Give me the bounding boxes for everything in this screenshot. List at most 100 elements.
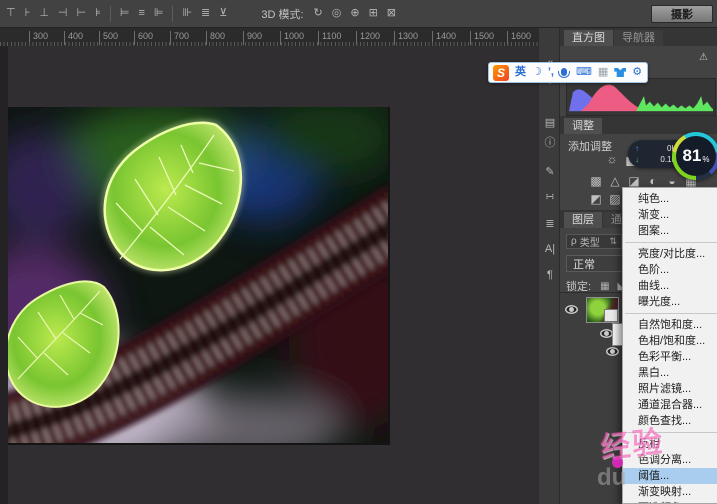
ruler-tick-label: 300 <box>33 31 48 41</box>
align-icon[interactable]: ⊢ <box>77 8 87 19</box>
adjustment-icon[interactable]: ☼ <box>606 153 618 165</box>
settings-wrench-icon[interactable]: ⚙ <box>632 67 642 78</box>
chevron-updown-icon: ⇅ <box>609 236 617 247</box>
spread-icon[interactable]: ⊪ <box>182 8 192 19</box>
canvas-workspace <box>0 46 540 504</box>
toolbox-icon[interactable]: ▦ <box>598 67 608 78</box>
rgb-histogram-chart <box>567 79 713 113</box>
menu-item[interactable]: 纯色... <box>623 191 717 207</box>
layer-visibility-eye-icon[interactable] <box>606 347 619 356</box>
layer-filter-dropdown[interactable]: ρ 类型 ⇅ <box>566 234 622 249</box>
3d-mode-icon[interactable]: ⊞ <box>369 8 378 19</box>
align-icon[interactable]: ⊤ <box>6 8 16 19</box>
menu-item <box>623 310 717 317</box>
brush-panel-icon[interactable]: ✎ <box>539 167 561 178</box>
histogram-panel-tabs: 直方图 导航器 <box>560 28 717 46</box>
timeline-icon[interactable]: ≣ <box>539 219 561 230</box>
ruler-tick-label: 1600 <box>511 31 531 41</box>
menu-item[interactable]: 阈值... <box>623 468 717 484</box>
photoshop-window: ⊤⊦⊥⊣⊢⊧ ⊨≡⊫ ⊪≣⊻ 3D 模式: ↻◎⊕⊞⊠ 摄影 300400500… <box>0 0 717 504</box>
down-arrow-icon: ↓ <box>635 155 639 164</box>
spread-icon[interactable]: ≣ <box>201 8 210 19</box>
menu-item[interactable]: 黑白... <box>623 365 717 381</box>
menu-item[interactable]: 渐变... <box>623 207 717 223</box>
watermark-text: 经验 <box>598 417 666 467</box>
distribute-icon[interactable]: ≡ <box>138 8 144 19</box>
menu-item[interactable]: 通道混合器... <box>623 397 717 413</box>
lock-icon[interactable]: ▦ <box>600 281 609 292</box>
adjustment-icon[interactable]: ◒ <box>666 175 678 187</box>
adjustment-icon[interactable]: ◩ <box>590 193 602 205</box>
halfwidth-moon-icon[interactable]: ☽ <box>532 67 542 78</box>
info-icon[interactable]: ⓘ <box>539 138 561 149</box>
paragraph-panel-icon[interactable]: ¶ <box>539 270 561 281</box>
watermark-dot <box>612 457 623 468</box>
tool-presets-icon[interactable]: ∺ <box>539 192 561 203</box>
distribute-icon[interactable]: ⊨ <box>120 8 130 19</box>
3d-mode-icon[interactable]: ↻ <box>314 8 323 19</box>
search-icon: ρ <box>571 236 577 247</box>
3d-mode-icon[interactable]: ◎ <box>332 8 342 19</box>
soft-keyboard-icon[interactable]: ⌨ <box>576 67 592 78</box>
menu-item[interactable]: 曲线... <box>623 278 717 294</box>
menu-item[interactable]: 色彩平衡... <box>623 349 717 365</box>
adjustment-icon[interactable]: ◪ <box>628 175 640 187</box>
document-canvas-photo[interactable] <box>8 107 388 443</box>
horizontal-ruler: 3004005006007008009001000110012001300140… <box>0 28 540 47</box>
ruler-tick-label: 600 <box>138 31 153 41</box>
adjustment-icons-row3: ◩▨ <box>590 193 621 205</box>
menu-item[interactable]: 色相/饱和度... <box>623 333 717 349</box>
menu-item[interactable]: 图案... <box>623 223 717 239</box>
watermark-subtext: du <box>597 464 626 492</box>
3d-mode-label: 3D 模式: <box>261 6 303 22</box>
ruler-tick-label: 700 <box>174 31 189 41</box>
spread-icon[interactable]: ⊻ <box>219 8 227 19</box>
layer-visibility-eye-icon[interactable] <box>565 305 578 314</box>
blend-mode-dropdown[interactable]: 正常 <box>566 255 624 272</box>
tab-navigator[interactable]: 导航器 <box>614 30 663 46</box>
character-panel-icon[interactable]: A| <box>539 244 561 255</box>
menu-item[interactable]: 照片滤镜... <box>623 381 717 397</box>
punctuation-icon[interactable]: ’, <box>548 67 554 78</box>
options-bar: ⊤ ⊦ ⊥ ⊣ ⊢ ⊧ ⊨ ≡ ⊫ ⊪ ≣ ⊻ 3D 模式: ↻ ◎ ⊕ ⊞ ⊠ 摄影 <box>0 0 717 28</box>
layer-comps-icon[interactable]: ▤ <box>539 118 561 129</box>
distribute-icon[interactable]: ⊫ <box>154 8 164 19</box>
distribute-icons-group: ⊨ ≡ ⊫ <box>120 8 164 19</box>
ruler-tick-label: 1400 <box>436 31 456 41</box>
microphone-icon[interactable] <box>561 68 567 76</box>
ruler-tick-label: 1500 <box>474 31 494 41</box>
menu-item[interactable]: 自然饱和度... <box>623 317 717 333</box>
ruler-tick-label: 1100 <box>322 31 341 41</box>
tab-layers[interactable]: 图层 <box>564 212 602 228</box>
align-icon[interactable]: ⊦ <box>25 8 31 19</box>
3d-mode-icon[interactable]: ⊕ <box>350 8 359 19</box>
3d-mode-icon[interactable]: ⊠ <box>387 8 396 19</box>
menu-item[interactable]: 亮度/对比度... <box>623 246 717 262</box>
sogou-ime-bar[interactable]: S 英 ☽ ’, ⌨ ▦ ⚙ <box>488 62 648 83</box>
toolbar-divider <box>110 6 111 22</box>
leaf-photo-image <box>8 107 388 443</box>
ime-language-mode[interactable]: 英 <box>515 67 526 78</box>
adjustment-icon[interactable]: ▩ <box>590 175 602 187</box>
collapsed-panels-strip: «↺▤ⓘ✎∺≣A|¶ <box>538 28 560 504</box>
menu-item[interactable]: 曝光度... <box>623 294 717 310</box>
align-icon[interactable]: ⊣ <box>58 8 68 19</box>
ruler-tick-label: 800 <box>210 31 225 41</box>
align-icon[interactable]: ⊧ <box>95 8 101 19</box>
adjustment-icon[interactable]: ◐ <box>647 175 659 187</box>
skin-tshirt-icon[interactable] <box>614 68 626 77</box>
sogou-logo-icon[interactable]: S <box>493 65 509 81</box>
menu-item <box>623 239 717 246</box>
ruler-tick-label: 900 <box>247 31 262 41</box>
align-icon[interactable]: ⊥ <box>39 8 49 19</box>
menu-item[interactable]: 渐变映射... <box>623 484 717 500</box>
memory-percent-badge[interactable]: 81% <box>672 132 717 180</box>
menu-item[interactable]: 可选颜色... <box>623 500 717 504</box>
histogram-refresh-warning-icon[interactable]: ⚠ <box>699 52 708 63</box>
tab-histogram[interactable]: 直方图 <box>564 30 613 46</box>
menu-item[interactable]: 色阶... <box>623 262 717 278</box>
tab-adjustments[interactable]: 调整 <box>564 118 602 134</box>
adjustment-icon[interactable]: △ <box>609 175 621 187</box>
adjustment-icon[interactable]: ▨ <box>609 193 621 205</box>
workspace-switcher-button[interactable]: 摄影 <box>651 5 713 23</box>
